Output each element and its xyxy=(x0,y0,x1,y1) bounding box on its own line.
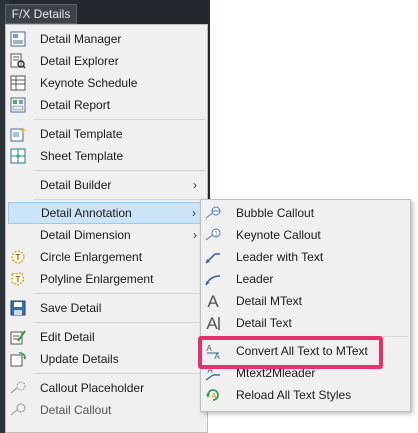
svg-text:A: A xyxy=(207,292,219,310)
submenu-arrow-icon: › xyxy=(193,228,197,242)
menu-item-circle-enlargement[interactable]: T Circle Enlargement xyxy=(8,246,205,268)
menubar-tab-fx-details[interactable]: F/X Details xyxy=(5,4,77,24)
menu-item-label: Detail Dimension xyxy=(40,228,131,242)
menu-item-save-detail[interactable]: Save Detail xyxy=(8,297,205,319)
menu-item-detail-manager[interactable]: Detail Manager xyxy=(8,28,205,50)
bubble-callout-icon xyxy=(205,205,221,221)
detail-explorer-icon xyxy=(10,53,26,69)
menu-item-label: Callout Placeholder xyxy=(40,381,145,395)
menu-item-label: Keynote Schedule xyxy=(40,76,138,90)
menu-item-update-details[interactable]: Update Details xyxy=(8,348,205,370)
menu-separator xyxy=(34,293,205,294)
menu-item-label: Circle Enlargement xyxy=(40,250,143,264)
submenu-item-label: Bubble Callout xyxy=(236,206,315,220)
detail-annotation-submenu: Bubble Callout 1 Keynote Callout Leader … xyxy=(200,199,411,412)
menu-separator xyxy=(34,373,205,374)
menu-item-sheet-template[interactable]: Sheet Template xyxy=(8,145,205,167)
submenu-item-reload-all-text-styles[interactable]: A Reload All Text Styles xyxy=(203,384,408,406)
svg-text:T: T xyxy=(16,253,21,262)
keynote-schedule-icon xyxy=(10,75,26,91)
detail-report-icon xyxy=(10,97,26,113)
svg-text:A: A xyxy=(212,393,217,400)
submenu-item-bubble-callout[interactable]: Bubble Callout xyxy=(203,202,408,224)
submenu-item-label: Detail MText xyxy=(236,294,303,308)
submenu-item-label: Leader xyxy=(236,272,274,286)
menu-item-label: Detail Manager xyxy=(40,32,122,46)
update-details-icon xyxy=(10,351,26,367)
submenu-item-detail-text[interactable]: A Detail Text xyxy=(203,312,408,334)
detail-callout-icon xyxy=(10,402,26,418)
circle-enlargement-icon: T xyxy=(10,249,26,265)
menu-separator xyxy=(34,170,205,171)
menu-separator xyxy=(34,119,205,120)
menu-item-keynote-schedule[interactable]: Keynote Schedule xyxy=(8,72,205,94)
menu-item-label: Detail Annotation xyxy=(41,206,132,220)
menu-item-detail-report[interactable]: Detail Report xyxy=(8,94,205,116)
menu-separator xyxy=(34,322,205,323)
submenu-item-label: Reload All Text Styles xyxy=(236,388,352,402)
svg-text:A: A xyxy=(206,314,218,332)
svg-text:T: T xyxy=(16,275,21,284)
submenu-arrow-icon: › xyxy=(192,206,196,220)
callout-placeholder-icon xyxy=(10,380,26,396)
leader-with-text-icon xyxy=(205,249,221,265)
reload-text-styles-icon: A xyxy=(205,387,221,403)
menu-separator xyxy=(34,199,205,200)
menu-item-label: Polyline Enlargement xyxy=(40,272,154,286)
menu-item-detail-explorer[interactable]: Detail Explorer xyxy=(8,50,205,72)
menu-item-detail-template[interactable]: Detail Template xyxy=(8,123,205,145)
menu-item-label: Detail Report xyxy=(40,98,111,112)
menu-item-label: Detail Explorer xyxy=(40,54,119,68)
submenu-arrow-icon: › xyxy=(193,178,197,192)
menu-item-label: Sheet Template xyxy=(40,149,124,163)
submenu-item-leader-with-text[interactable]: Leader with Text xyxy=(203,246,408,268)
menu-item-label: Detail Template xyxy=(40,127,123,141)
submenu-item-label: Keynote Callout xyxy=(236,228,321,242)
submenu-item-detail-mtext[interactable]: A Detail MText xyxy=(203,290,408,312)
save-detail-icon xyxy=(10,300,26,316)
menubar-tab-label: F/X Details xyxy=(11,7,71,21)
highlight-annotation-box xyxy=(198,336,383,369)
menu-item-detail-annotation[interactable]: Detail Annotation › xyxy=(8,202,205,224)
menu-item-polyline-enlargement[interactable]: T Polyline Enlargement xyxy=(8,268,205,290)
menu-item-label: Detail Builder xyxy=(40,178,112,192)
menu-item-detail-builder[interactable]: Detail Builder › xyxy=(8,174,205,196)
detail-text-icon: A xyxy=(205,314,221,332)
menu-item-label: Detail Callout xyxy=(40,403,112,417)
menu-item-label: Update Details xyxy=(40,352,119,366)
menu-item-label: Edit Detail xyxy=(40,330,95,344)
menu-item-edit-detail[interactable]: Edit Detail xyxy=(8,326,205,348)
sheet-template-icon xyxy=(10,148,26,164)
submenu-item-keynote-callout[interactable]: 1 Keynote Callout xyxy=(203,224,408,246)
polyline-enlargement-icon: T xyxy=(10,271,26,287)
edit-detail-icon xyxy=(10,329,26,345)
submenu-item-label: Detail Text xyxy=(236,316,292,330)
menu-item-callout-placeholder[interactable]: Callout Placeholder xyxy=(8,377,205,399)
menu-item-detail-dimension[interactable]: Detail Dimension › xyxy=(8,224,205,246)
detail-template-icon xyxy=(10,126,26,142)
leader-icon xyxy=(205,271,221,287)
submenu-item-label: Leader with Text xyxy=(236,250,324,264)
detail-mtext-icon: A xyxy=(205,292,221,310)
submenu-item-leader[interactable]: Leader xyxy=(203,268,408,290)
menu-item-label: Save Detail xyxy=(40,301,102,315)
fx-details-menu: Detail Manager Detail Explorer Keynote S… xyxy=(5,24,208,433)
menu-item-detail-callout[interactable]: Detail Callout xyxy=(8,399,205,421)
detail-manager-icon xyxy=(10,31,26,47)
keynote-callout-icon: 1 xyxy=(205,227,221,243)
